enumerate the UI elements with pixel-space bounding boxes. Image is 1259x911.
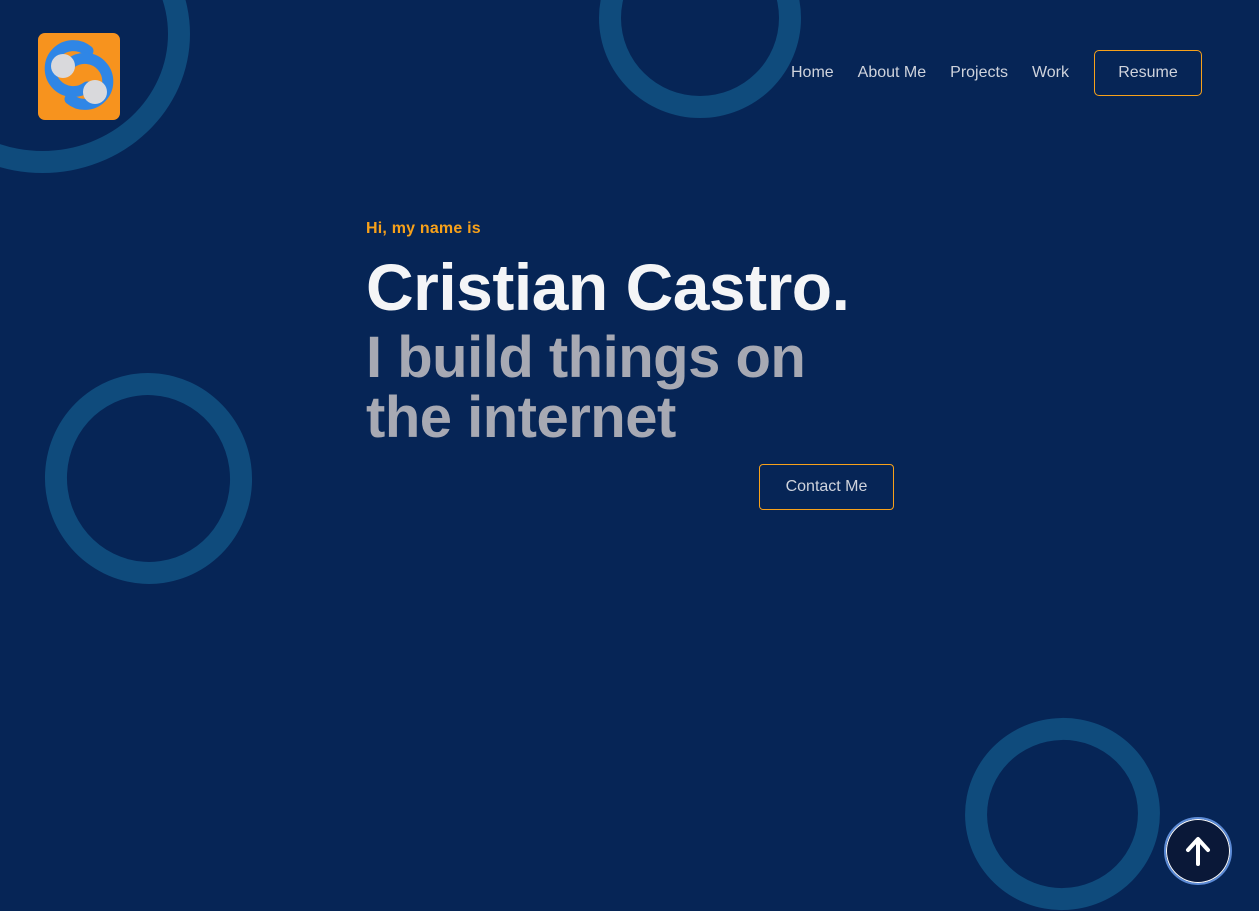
nav-home[interactable]: Home — [791, 64, 834, 82]
arrow-up-icon — [1186, 837, 1210, 866]
hero-greeting: Hi, my name is — [366, 220, 481, 237]
decorative-ring — [31, 359, 266, 598]
hero-tagline: I build things on the internet — [366, 325, 806, 450]
resume-button[interactable]: Resume — [1094, 50, 1202, 96]
hero-name: Cristian Castro. — [366, 250, 850, 324]
contact-me-button[interactable]: Contact Me — [759, 464, 894, 510]
scroll-to-top-button[interactable] — [1164, 817, 1232, 885]
main-nav: Home About Me Projects Work Resume — [791, 50, 1202, 96]
site-logo[interactable] — [38, 33, 120, 120]
page: Home About Me Projects Work Resume Hi, m… — [0, 0, 1259, 911]
nav-work[interactable]: Work — [1032, 64, 1069, 82]
nav-about-me[interactable]: About Me — [858, 64, 926, 82]
nav-projects[interactable]: Projects — [950, 64, 1008, 82]
cs-monogram-logo-icon — [44, 40, 114, 110]
hero-section: Hi, my name is Cristian Castro. I build … — [366, 220, 906, 448]
decorative-ring — [599, 0, 801, 118]
decorative-ring — [947, 699, 1178, 911]
